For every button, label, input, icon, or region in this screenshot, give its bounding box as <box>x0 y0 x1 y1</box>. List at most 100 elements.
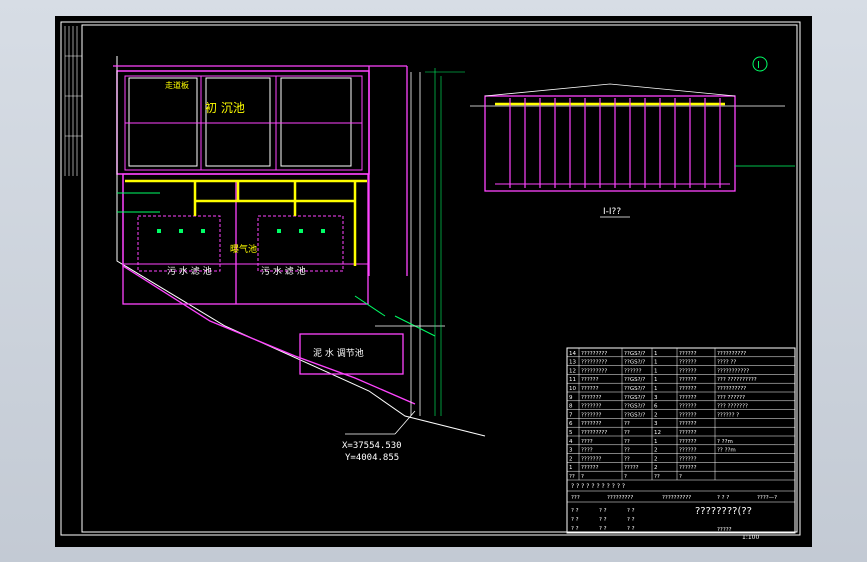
table-cell-name: ??????? <box>581 404 602 410</box>
primary-cell-3 <box>280 77 352 167</box>
designer-cell: ??? <box>571 495 580 501</box>
inner-boundary <box>122 174 416 405</box>
table-cell-name: ????????? <box>581 351 607 357</box>
sub-cell: ? ? <box>571 526 579 532</box>
table-cell-note: ?????????? <box>717 386 746 392</box>
coordinate-x: X=37554.530 <box>342 441 402 451</box>
table-cell-note: ??? ?????????? <box>717 377 757 383</box>
sub-cell: ? ? <box>599 526 607 532</box>
table-cell-no: 6 <box>569 421 573 427</box>
table-cell-note: ??? ??????? <box>717 404 748 410</box>
title-block: 14????????? ??GS?/? 1?????? ??????????13???… <box>566 347 796 541</box>
table-cell-note: ???? ?? <box>717 360 736 366</box>
table-cell-name: ????????? <box>581 430 607 436</box>
table-cell-name: ?????? <box>581 386 599 392</box>
table-cell-spec: ??GS?/? <box>624 404 645 410</box>
table-cell-no: 9 <box>569 395 573 401</box>
table-cell-unit: ?????? <box>679 360 697 366</box>
section-outline <box>484 95 736 192</box>
table-cell-note: ?????? ? <box>717 412 739 418</box>
table-cell-unit: ?????? <box>679 448 697 454</box>
scale-ratio: 1:100 <box>742 534 759 541</box>
table-cell-name: ????????? <box>581 368 607 374</box>
sludge-tank-label: 泥 水 调节池 <box>313 347 364 359</box>
table-cell-qty: 12 <box>654 430 661 436</box>
plan-view: 初 沉池 走道板 曝气池 污 水 滤 池 污 水 滤 池 泥 水 调节池 X=3… <box>113 56 486 463</box>
table-cell-unit: ?????? <box>679 377 697 383</box>
table-cell-qty: 2 <box>654 456 658 462</box>
sub-cell: ? ? <box>599 508 607 514</box>
section-title: I-I?? <box>603 207 621 217</box>
table-cell-spec: ?? <box>624 430 630 436</box>
table-cell-no: 8 <box>569 404 573 410</box>
table-cell-spec: ??GS?/? <box>624 351 645 357</box>
table-cell-spec: ??GS?/? <box>624 395 645 401</box>
site-boundary <box>116 56 486 437</box>
primary-cell-2 <box>205 77 271 167</box>
table-cell-qty: 2 <box>654 465 658 471</box>
table-cell-note: ??????????? <box>717 368 749 374</box>
table-cell-name: ??????? <box>581 412 602 418</box>
table-cell-qty: 3 <box>654 395 658 401</box>
table-cell-unit: ?????? <box>679 412 697 418</box>
walkway-label: 走道板 <box>165 80 189 90</box>
table-cell-no: 3 <box>569 448 573 454</box>
table-cell-unit: ?????? <box>679 430 697 436</box>
sub-cell: ? ? <box>571 517 579 523</box>
table-cell-spec: ??GS?/? <box>624 377 645 383</box>
filter-right-box <box>257 215 344 272</box>
table-cell-qty: 1 <box>654 439 658 445</box>
table-cell-note: ?? ??m <box>717 448 736 454</box>
section-roof <box>484 83 736 97</box>
filter-left-label: 污 水 滤 池 <box>167 265 212 277</box>
cad-drawing: 初 沉池 走道板 曝气池 污 水 滤 池 污 水 滤 池 泥 水 调节池 X=3… <box>60 21 801 541</box>
table-cell-no: 12 <box>569 368 576 374</box>
sub-cell: ? ? <box>627 508 635 514</box>
table-cell-unit: ?????? <box>679 465 697 471</box>
table-cell-unit: ?????? <box>679 439 697 445</box>
designer-cell: ????—? <box>757 495 777 501</box>
primary-cell-1 <box>128 77 198 167</box>
filter-right-label: 污 水 滤 池 <box>261 265 306 277</box>
table-cell-unit: ? <box>679 474 682 480</box>
section-view: I-I?? <box>470 83 795 218</box>
coordinate-y: Y=4004.855 <box>345 453 399 463</box>
drawing-canvas: 初 沉池 走道板 曝气池 污 水 滤 池 污 水 滤 池 泥 水 调节池 X=3… <box>55 16 812 547</box>
table-cell-spec: ?? <box>624 456 630 462</box>
table-cell-name: ??????? <box>581 395 602 401</box>
title-block-header: ? ? ? ? ? ? ? ? ? ? ? <box>571 483 625 490</box>
sub-cell: ? ? <box>571 508 579 514</box>
table-cell-no: 7 <box>569 412 573 418</box>
table-cell-qty: 6 <box>654 404 658 410</box>
table-cell-note: ??? ?????? <box>717 395 745 401</box>
table-cell-name: ?????? <box>581 465 599 471</box>
filter-nozzles <box>157 229 325 233</box>
table-cell-unit: ?????? <box>679 395 697 401</box>
table-cell-qty: 1 <box>654 360 658 366</box>
primary-tank-label: 初 沉池 <box>205 101 245 115</box>
table-cell-spec: ??GS?/? <box>624 386 645 392</box>
table-cell-spec: ????? <box>624 465 639 471</box>
designer-cell: ????????? <box>607 495 633 501</box>
table-cell-qty: ?? <box>654 474 660 480</box>
filter-left-box <box>137 215 221 272</box>
dimension-lines <box>425 68 465 416</box>
table-cell-name: ???? <box>581 448 593 454</box>
table-cell-note: ?????????? <box>717 351 746 357</box>
table-cell-spec: ??GS?/? <box>624 412 645 418</box>
table-cell-qty: 3 <box>654 421 658 427</box>
sub-cell: ? ? <box>627 526 635 532</box>
table-cell-no: 13 <box>569 360 576 366</box>
table-cell-name: ????????? <box>581 360 607 366</box>
table-cell-unit: ?????? <box>679 368 697 374</box>
table-cell-spec: ?????? <box>624 368 642 374</box>
table-cell-no: ?? <box>569 474 575 480</box>
table-cell-qty: 1 <box>654 386 658 392</box>
equipment-table: 14????????? ??GS?/? 1?????? ??????????13???… <box>567 348 795 481</box>
table-cell-name: ?????? <box>581 377 599 383</box>
binding-strip <box>64 26 82 176</box>
table-cell-qty: 2 <box>654 412 658 418</box>
table-cell-qty: 1 <box>654 368 658 374</box>
table-cell-no: 1 <box>569 465 573 471</box>
sub-cell: ? ? <box>599 517 607 523</box>
